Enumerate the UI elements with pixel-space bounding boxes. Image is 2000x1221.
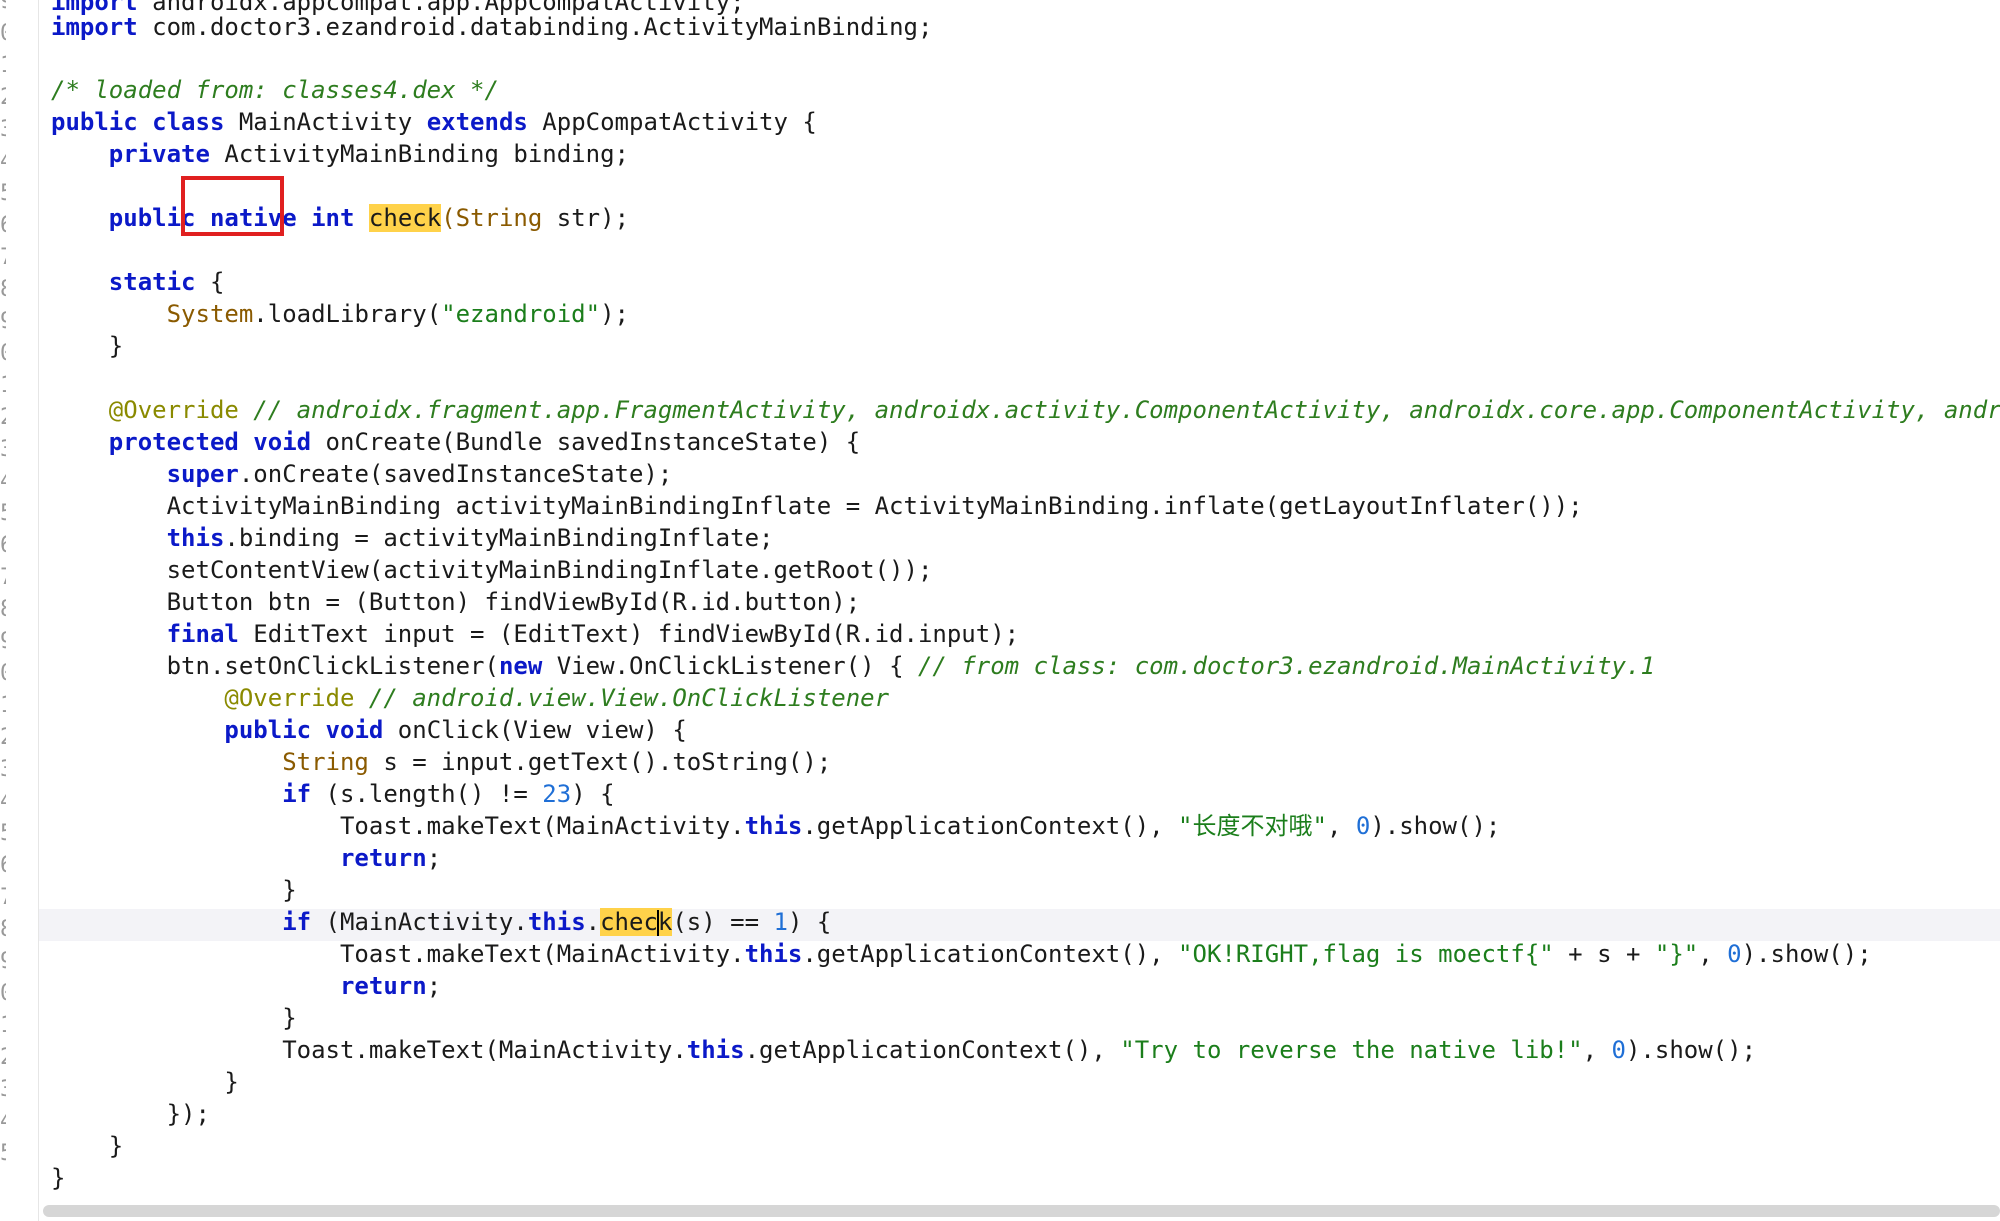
code-line: @Override // android.view.View.OnClickLi… xyxy=(224,684,890,712)
code-line: } xyxy=(224,1068,239,1096)
code-line-current[interactable]: if (MainActivity.this.check(s) == 1) { xyxy=(51,906,2000,938)
code-line: } xyxy=(108,1132,124,1160)
code-line: public void onClick(View view) { xyxy=(224,716,687,744)
code-line: return; xyxy=(339,844,442,872)
code-editor[interactable]: 9012345678901234567890123456789012345 im… xyxy=(0,0,2000,1221)
code-line: return; xyxy=(339,972,442,1000)
code-line: this.binding = activityMainBindingInflat… xyxy=(166,524,774,552)
code-line: } xyxy=(282,876,297,904)
code-line: Toast.makeText(MainActivity.this.getAppl… xyxy=(339,812,1501,840)
code-line: System.loadLibrary("ezandroid"); xyxy=(166,300,629,328)
code-line: } xyxy=(282,1004,297,1032)
code-line: }); xyxy=(166,1100,210,1128)
code-line: @Override // androidx.fragment.app.Fragm… xyxy=(108,396,2000,424)
code-line: btn.setOnClickListener(new View.OnClickL… xyxy=(166,652,1655,680)
code-line: super.onCreate(savedInstanceState); xyxy=(166,460,673,488)
search-highlight: check xyxy=(368,204,442,232)
code-line: /* loaded from: classes4.dex */ xyxy=(51,76,499,104)
code-line: final EditText input = (EditText) findVi… xyxy=(166,620,1020,648)
code-line: Toast.makeText(MainActivity.this.getAppl… xyxy=(339,940,1872,968)
code-line: Toast.makeText(MainActivity.this.getAppl… xyxy=(282,1036,1757,1064)
code-line: String s = input.getText().toString(); xyxy=(282,748,832,776)
code-line: public native int check(String str); xyxy=(108,204,630,232)
code-line: if (s.length() != 23) { xyxy=(282,780,615,808)
code-line: import com.doctor3.ezandroid.databinding… xyxy=(51,13,933,41)
code-line: public class MainActivity extends AppCom… xyxy=(51,108,817,136)
code-line: protected void onCreate(Bundle savedInst… xyxy=(108,428,861,456)
code-line: private ActivityMainBinding binding; xyxy=(108,140,629,168)
code-line: static { xyxy=(108,268,225,296)
search-highlight: check xyxy=(600,908,673,936)
annotation-red-box xyxy=(181,176,284,236)
horizontal-scrollbar[interactable] xyxy=(43,1205,2000,1217)
code-line: Button btn = (Button) findViewById(R.id.… xyxy=(166,588,861,616)
code-line: ActivityMainBinding activityMainBindingI… xyxy=(166,492,1583,520)
code-line: setContentView(activityMainBindingInflat… xyxy=(166,556,933,584)
code-line: } xyxy=(108,332,124,360)
code-area[interactable]: import androidx.appcompat.app.AppCompatA… xyxy=(0,0,2000,1221)
code-line: } xyxy=(51,1164,66,1192)
